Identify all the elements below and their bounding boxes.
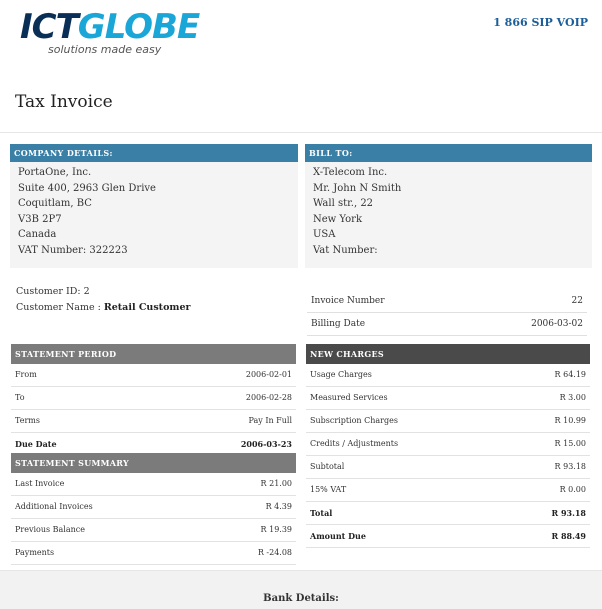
bill-to-line: X-Telecom Inc. (313, 167, 388, 178)
row-label: To (15, 393, 25, 402)
row-value: 2006-03-23 (240, 439, 292, 449)
row-value: R -24.08 (257, 548, 292, 557)
bill-to-line: USA (313, 229, 336, 240)
row-label: Subscription Charges (310, 416, 398, 425)
row-value: R 21.00 (260, 479, 292, 488)
row-label: Subtotal (310, 462, 345, 471)
bank-details-label: Bank Details: (263, 593, 339, 604)
invoice-number-row: Invoice Number 22 (307, 290, 587, 313)
row-label: Amount Due (310, 531, 366, 541)
row-value: 2006-02-01 (245, 370, 292, 379)
row-value: R 64.19 (554, 370, 586, 379)
row-value: Pay In Full (248, 416, 292, 425)
table-row: Payments R -24.08 (11, 542, 296, 565)
table-row: Usage Charges R 64.19 (306, 364, 590, 387)
row-value: R 3.00 (559, 393, 586, 402)
total-row: Total R 93.18 (306, 502, 590, 525)
row-value: R 93.18 (554, 462, 586, 471)
company-line: Suite 400, 2963 Glen Drive (18, 182, 156, 194)
company-line: V3B 2P7 (18, 213, 62, 225)
invoice-info: Invoice Number 22 Billing Date 2006-03-02 (307, 290, 587, 336)
company-details-box: COMPANY DETAILS: PortaOne, Inc. Suite 40… (10, 144, 298, 268)
row-value: R 19.39 (260, 525, 292, 534)
phone-number: 1 866 SIP VOIP (493, 16, 588, 29)
row-value: R 93.18 (551, 508, 586, 518)
customer-name-value: Retail Customer (103, 301, 191, 313)
row-label: Usage Charges (310, 370, 372, 379)
row-label: From (15, 370, 37, 379)
divider (0, 132, 602, 133)
row-label: Previous Balance (15, 525, 85, 534)
company-line: Canada (18, 229, 57, 240)
customer-name-label: Customer Name : (16, 301, 101, 313)
row-label: Measured Services (310, 393, 388, 402)
row-value: R 88.49 (551, 531, 586, 541)
customer-id-value: 2 (83, 286, 90, 297)
amount-due-row: Amount Due R 88.49 (306, 525, 590, 548)
company-line: VAT Number: 322223 (18, 244, 128, 256)
row-value: 2006-03-02 (531, 319, 583, 329)
table-row: Terms Pay In Full (11, 410, 296, 433)
table-row: Measured Services R 3.00 (306, 387, 590, 410)
row-label: Last Invoice (15, 479, 65, 488)
row-label: Billing Date (311, 319, 366, 329)
logo-text-ict: ICT (20, 7, 79, 47)
statement-summary: STATEMENT SUMMARY Last Invoice R 21.00 Ad… (11, 453, 296, 565)
row-value: R 10.99 (554, 416, 586, 425)
row-label: Additional Invoices (15, 502, 93, 511)
table-row: Additional Invoices R 4.39 (11, 496, 296, 519)
table-row: Subtotal R 93.18 (306, 456, 590, 479)
new-charges: NEW CHARGES Usage Charges R 64.19 Measure… (306, 344, 590, 548)
bill-to-header: BILL TO: (305, 144, 592, 162)
row-label: Terms (15, 416, 40, 425)
customer-id-label: Customer ID: (16, 286, 81, 297)
company-details-header: COMPANY DETAILS: (10, 144, 298, 162)
row-value: 22 (571, 296, 583, 306)
bill-to-line: Vat Number: (313, 244, 378, 256)
footer: Bank Details: (0, 570, 602, 609)
statement-summary-header: STATEMENT SUMMARY (11, 453, 296, 473)
row-label: Payments (15, 548, 55, 557)
new-charges-header: NEW CHARGES (306, 344, 590, 364)
company-line: Coquitlam, BC (18, 198, 92, 209)
table-row: Previous Balance R 19.39 (11, 519, 296, 542)
row-value: R 0.00 (559, 485, 586, 494)
row-value: 2006-02-28 (245, 393, 292, 402)
statement-period: STATEMENT PERIOD From 2006-02-01 To 2006-0… (11, 344, 296, 456)
row-label: Due Date (15, 439, 57, 449)
bill-to-line: Mr. John N Smith (313, 182, 402, 194)
table-row: Subscription Charges R 10.99 (306, 410, 590, 433)
row-value: R 15.00 (554, 439, 586, 448)
logo-text-globe: GLOBE (77, 7, 200, 47)
table-row: 15% VAT R 0.00 (306, 479, 590, 502)
table-row: Last Invoice R 21.00 (11, 473, 296, 496)
statement-period-header: STATEMENT PERIOD (11, 344, 296, 364)
row-label: Credits / Adjustments (310, 439, 399, 448)
row-label: Total (310, 508, 333, 518)
customer-info: Customer ID: 2 Customer Name : Retail Cu… (16, 284, 191, 315)
table-row: From 2006-02-01 (11, 364, 296, 387)
table-row: Credits / Adjustments R 15.00 (306, 433, 590, 456)
page-title: Tax Invoice (15, 92, 113, 112)
row-value: R 4.39 (265, 502, 292, 511)
bill-to-line: New York (313, 213, 362, 225)
bill-to-box: BILL TO: X-Telecom Inc. Mr. John N Smith… (305, 144, 592, 268)
table-row: To 2006-02-28 (11, 387, 296, 410)
billing-date-row: Billing Date 2006-03-02 (307, 313, 587, 336)
row-label: Invoice Number (311, 296, 385, 306)
row-label: 15% VAT (310, 485, 347, 494)
company-line: PortaOne, Inc. (18, 167, 92, 178)
company-logo: ICTGLOBE solutions made easy (20, 10, 200, 56)
bill-to-line: Wall str., 22 (313, 198, 374, 209)
